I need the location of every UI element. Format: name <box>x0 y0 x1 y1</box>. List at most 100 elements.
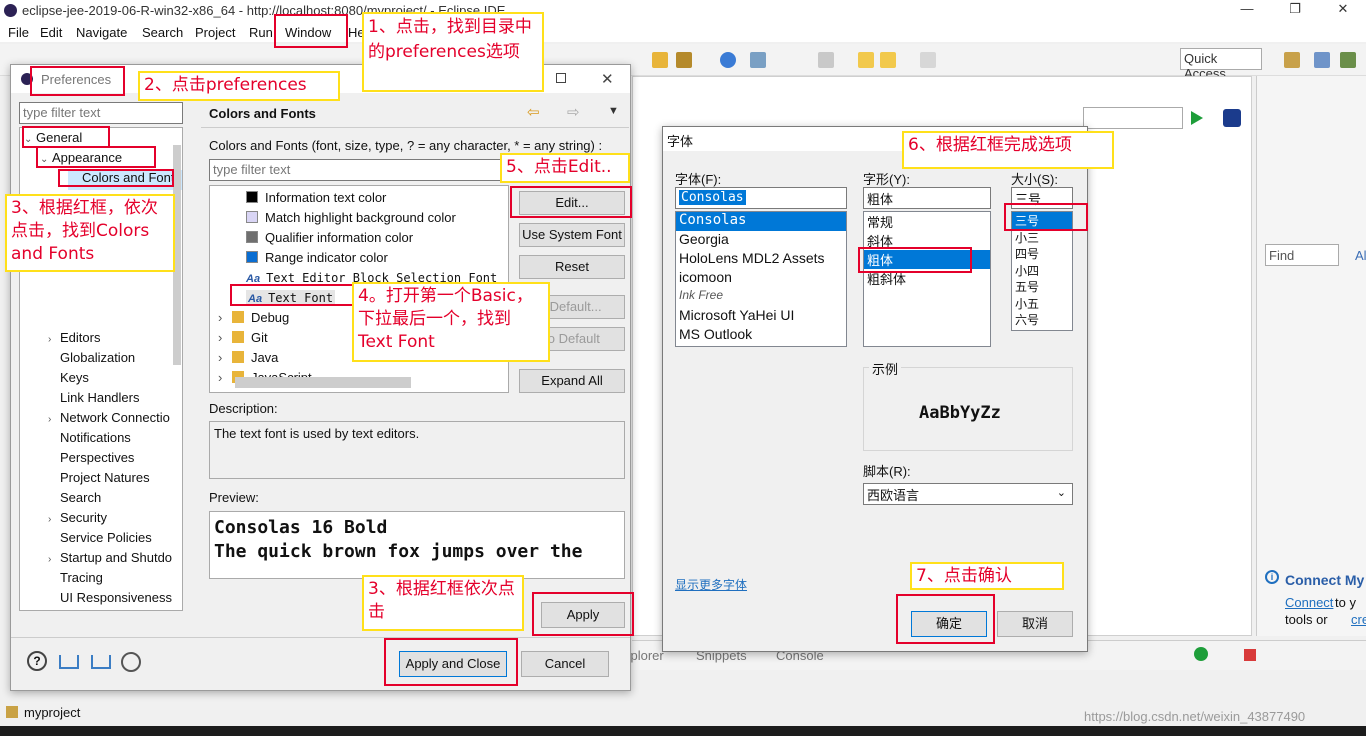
nav-forward-icon[interactable] <box>920 52 936 68</box>
colors-fonts-item-label: Range indicator color <box>265 250 388 265</box>
create-link[interactable]: crea <box>1351 612 1366 627</box>
list-item[interactable]: MS Outlook <box>676 326 846 345</box>
tree-item[interactable]: ›User Storage Servic <box>48 610 176 611</box>
tree-item[interactable]: Keys <box>48 370 89 390</box>
url-combo[interactable] <box>1083 107 1183 129</box>
list-item[interactable]: Microsoft YaHei UI <box>676 307 846 326</box>
terminate-icon[interactable] <box>1244 649 1256 661</box>
view-menu-icon[interactable]: ▼ <box>608 105 619 117</box>
jee-perspective-icon[interactable] <box>1314 52 1330 68</box>
tree-item[interactable]: Project Natures <box>48 470 150 490</box>
more-fonts-link[interactable]: 显示更多字体 <box>675 576 747 593</box>
colors-fonts-item[interactable]: Information text color <box>246 190 386 205</box>
globe-icon[interactable] <box>720 52 736 68</box>
list-item[interactable]: 四号 <box>1012 245 1072 262</box>
list-item[interactable]: Ink Free <box>676 288 846 307</box>
font-style-list: 常规 斜体 粗体 粗斜体 <box>863 211 991 347</box>
quick-access-input[interactable]: Quick Access <box>1180 48 1262 81</box>
nav-prev-icon[interactable] <box>880 52 896 68</box>
record-icon[interactable] <box>121 652 141 672</box>
connect-link[interactable]: Connect <box>1285 595 1333 610</box>
menu-search[interactable]: Search <box>142 25 183 40</box>
expand-all-button[interactable]: Expand All <box>519 369 625 393</box>
highlight-ok <box>896 594 995 644</box>
colors-fonts-item[interactable]: Match highlight background color <box>246 210 456 225</box>
tree-item[interactable]: Notifications <box>48 430 131 450</box>
folder-icon[interactable] <box>652 52 668 68</box>
colors-fonts-item[interactable]: › Java <box>218 350 278 365</box>
eclipse-icon[interactable] <box>1223 109 1241 127</box>
tree-item[interactable]: Service Policies <box>48 530 152 550</box>
font-style-input[interactable]: 粗体 <box>863 187 991 209</box>
list-item[interactable]: Georgia <box>676 231 846 250</box>
help-icon[interactable]: ? <box>27 651 47 671</box>
run-icon[interactable] <box>1191 111 1203 125</box>
highlight-apply <box>532 592 634 636</box>
list-item[interactable]: 小五 <box>1012 295 1072 312</box>
colors-fonts-item[interactable]: › Git <box>218 330 268 345</box>
tree-item[interactable]: › Editors <box>48 330 100 350</box>
minimize-button[interactable]: — <box>1232 1 1262 21</box>
tree-item[interactable]: Globalization <box>48 350 135 370</box>
forward-arrow-icon[interactable]: ⇨ <box>567 103 580 121</box>
tree-item[interactable]: › Security <box>48 510 107 530</box>
export-icon[interactable] <box>91 655 111 669</box>
preferences-close-icon[interactable]: ✕ <box>601 70 614 88</box>
menu-navigate[interactable]: Navigate <box>76 25 127 40</box>
menu-file[interactable]: File <box>8 25 29 40</box>
restore-button[interactable]: ❐ <box>1280 1 1310 21</box>
tree-item[interactable]: Perspectives <box>48 450 134 470</box>
search-tool-icon[interactable] <box>750 52 766 68</box>
description-box: The text font is used by text editors. <box>209 421 625 479</box>
list-item[interactable]: icomoon <box>676 269 846 288</box>
menu-edit[interactable]: Edit <box>40 25 62 40</box>
tree-item[interactable]: Tracing <box>48 570 103 590</box>
preferences-filter-input[interactable]: type filter text <box>19 102 183 124</box>
description-label: Description: <box>209 401 278 416</box>
close-window-button[interactable]: ✕ <box>1328 1 1358 21</box>
colors-fonts-item[interactable]: Range indicator color <box>246 250 388 265</box>
colors-fonts-item[interactable]: › Debug <box>218 310 289 325</box>
tree-item[interactable]: Search <box>48 490 101 510</box>
tree-item-label: Globalization <box>60 350 136 365</box>
annotation-icon[interactable] <box>818 52 834 68</box>
list-item[interactable]: 五号 <box>1012 278 1072 295</box>
preview-line-2: The quick brown fox jumps over the <box>214 541 583 562</box>
cancel-button[interactable]: Cancel <box>521 651 609 677</box>
list-item[interactable]: 常规 <box>864 212 990 231</box>
font-name-input[interactable]: Consolas <box>675 187 847 209</box>
taskbar <box>0 726 1366 736</box>
java-perspective-icon[interactable] <box>1340 52 1356 68</box>
run-server-icon[interactable] <box>1194 647 1208 661</box>
menu-project[interactable]: Project <box>195 25 235 40</box>
list-item[interactable]: Consolas <box>676 212 846 231</box>
list-item[interactable]: HoloLens MDL2 Assets <box>676 250 846 269</box>
font-name-list: Consolas Georgia HoloLens MDL2 Assets icomo… <box>675 211 847 347</box>
intro-text: Colors and Fonts (font, size, type, ? = … <box>209 138 603 153</box>
chevron-down-icon: ⌄ <box>1056 487 1066 499</box>
list-item[interactable]: 小四 <box>1012 262 1072 279</box>
build-icon[interactable] <box>676 52 692 68</box>
tree-item[interactable]: UI Responsiveness <box>48 590 172 610</box>
all-filter-label[interactable]: Al <box>1355 248 1366 263</box>
use-system-font-button[interactable]: Use System Font <box>519 223 625 247</box>
back-arrow-icon[interactable]: ⇦ <box>527 103 540 121</box>
menu-run[interactable]: Run <box>249 25 273 40</box>
open-perspective-icon[interactable] <box>1284 52 1300 68</box>
list-item[interactable]: 六号 <box>1012 311 1072 328</box>
tree-item[interactable]: › Network Connectio <box>48 410 170 430</box>
import-icon[interactable] <box>59 655 79 669</box>
preferences-maximize-icon[interactable] <box>556 73 566 83</box>
highlight-bold-style <box>858 247 972 273</box>
colors-filter-input[interactable]: type filter text <box>209 159 509 181</box>
tree-item[interactable]: Link Handlers <box>48 390 140 410</box>
list-hscroll[interactable] <box>235 377 411 388</box>
reset-button[interactable]: Reset <box>519 255 625 279</box>
find-input[interactable]: Find <box>1265 244 1339 266</box>
colors-fonts-item[interactable]: Qualifier information color <box>246 230 413 245</box>
nav-back-icon[interactable] <box>858 52 874 68</box>
colors-fonts-item-label: Match highlight background color <box>265 210 456 225</box>
tree-item[interactable]: › Startup and Shutdo <box>48 550 172 570</box>
font-cancel-button[interactable]: 取消 <box>997 611 1073 637</box>
script-select[interactable]: 西欧语言 ⌄ <box>863 483 1073 505</box>
